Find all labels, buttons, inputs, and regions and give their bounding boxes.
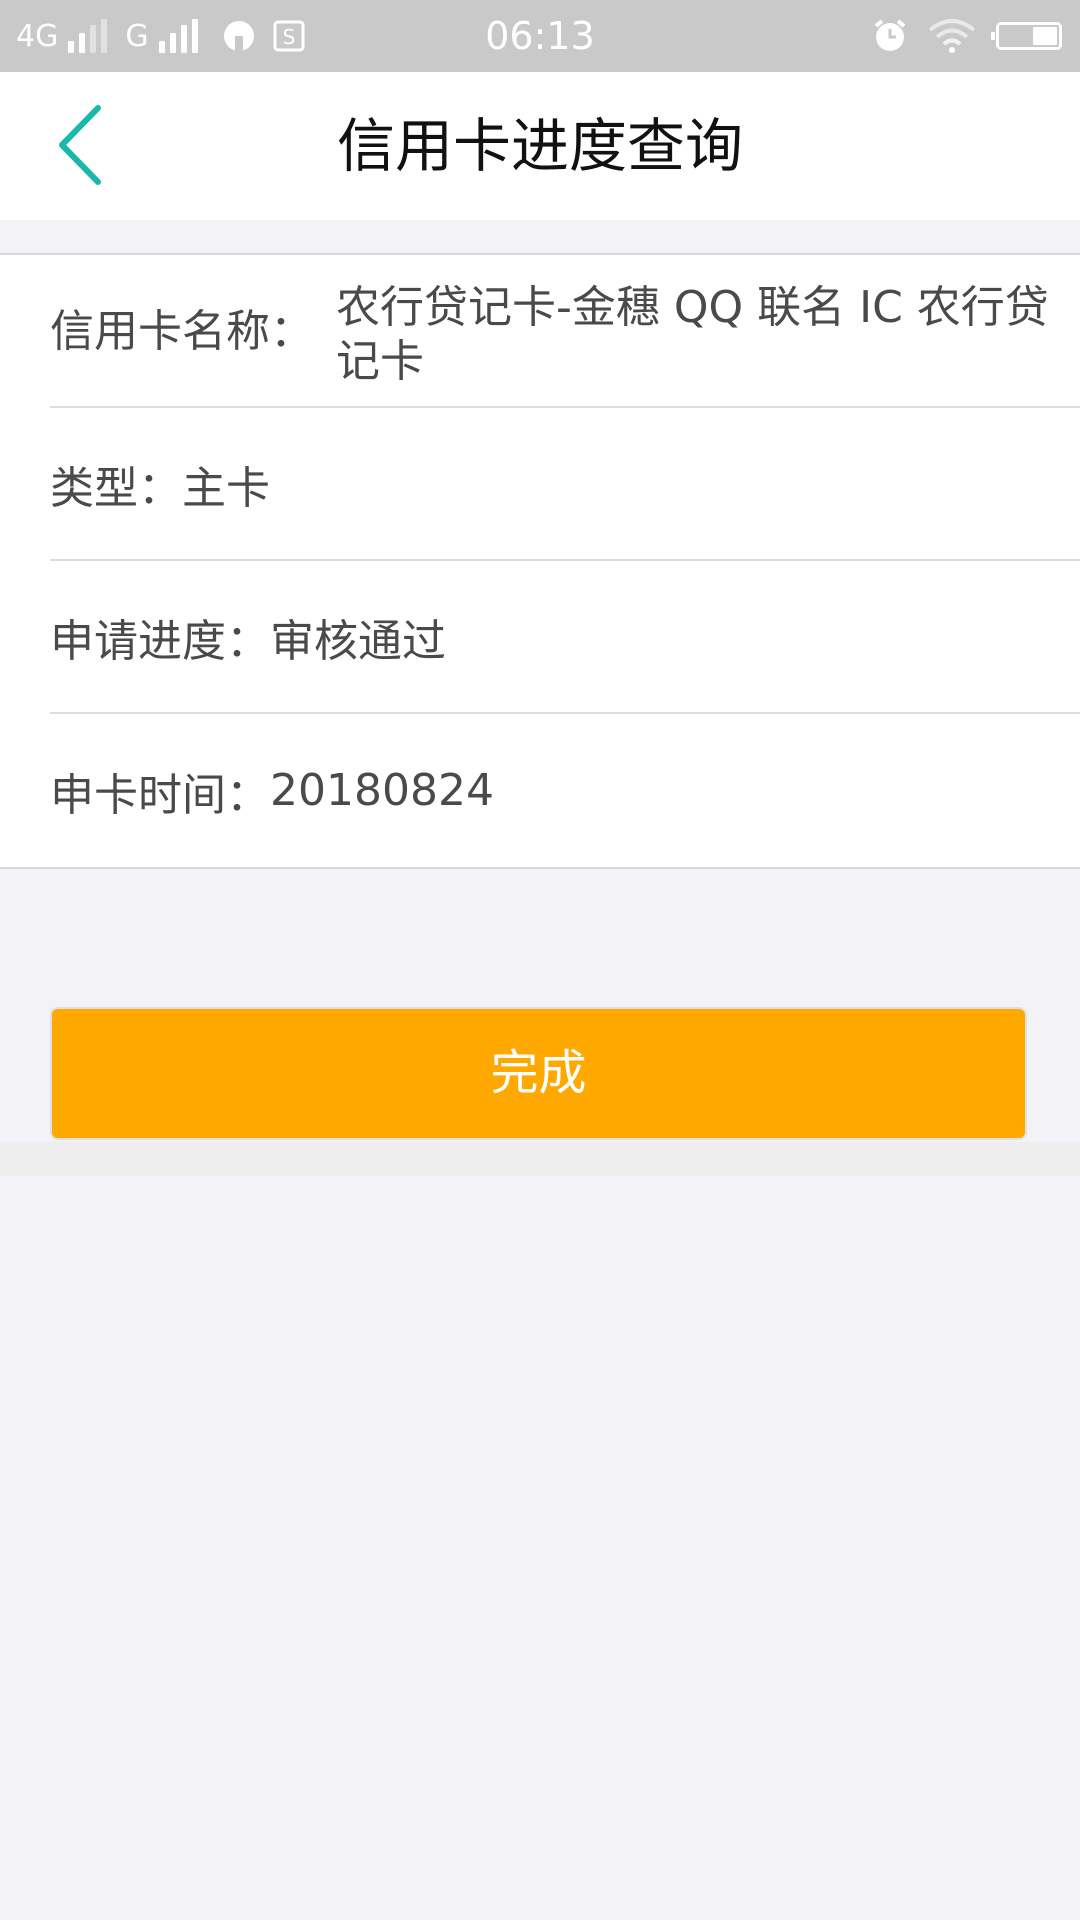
card-type-row: 类型： 主卡 <box>50 408 1080 561</box>
card-name-value: 农行贷记卡-金穗 QQ 联名 IC 农行贷记卡 <box>336 282 1049 387</box>
card-name-row: 信用卡名称： 农行贷记卡-金穗 QQ 联名 IC 农行贷记卡 <box>50 255 1080 408</box>
nav-bar: 信用卡进度查询 <box>0 72 1080 220</box>
card-name-label: 信用卡名称： <box>50 306 314 357</box>
apply-time-row: 申卡时间： 20180824 <box>50 714 1080 867</box>
card-type-label: 类型： <box>50 462 182 514</box>
status-bar: 4G G S 06:13 <box>0 0 1080 72</box>
wifi-icon <box>928 19 976 53</box>
apply-time-value: 20180824 <box>270 765 494 816</box>
apply-time-label: 申卡时间： <box>50 769 270 821</box>
card-info-list: 信用卡名称： 农行贷记卡-金穗 QQ 联名 IC 农行贷记卡 类型： 主卡 申请… <box>0 253 1080 869</box>
progress-label: 申请进度： <box>50 615 270 667</box>
battery-level <box>1033 27 1057 45</box>
action-area-bottom <box>0 1142 1080 1176</box>
done-button[interactable]: 完成 <box>50 1007 1027 1140</box>
page-title: 信用卡进度查询 <box>336 112 743 180</box>
card-type-value: 主卡 <box>182 462 270 514</box>
status-right <box>872 0 1062 72</box>
alarm-clock-icon <box>874 19 906 51</box>
progress-row: 申请进度： 审核通过 <box>50 561 1080 714</box>
progress-value: 审核通过 <box>270 615 446 667</box>
battery-icon <box>991 22 1062 50</box>
